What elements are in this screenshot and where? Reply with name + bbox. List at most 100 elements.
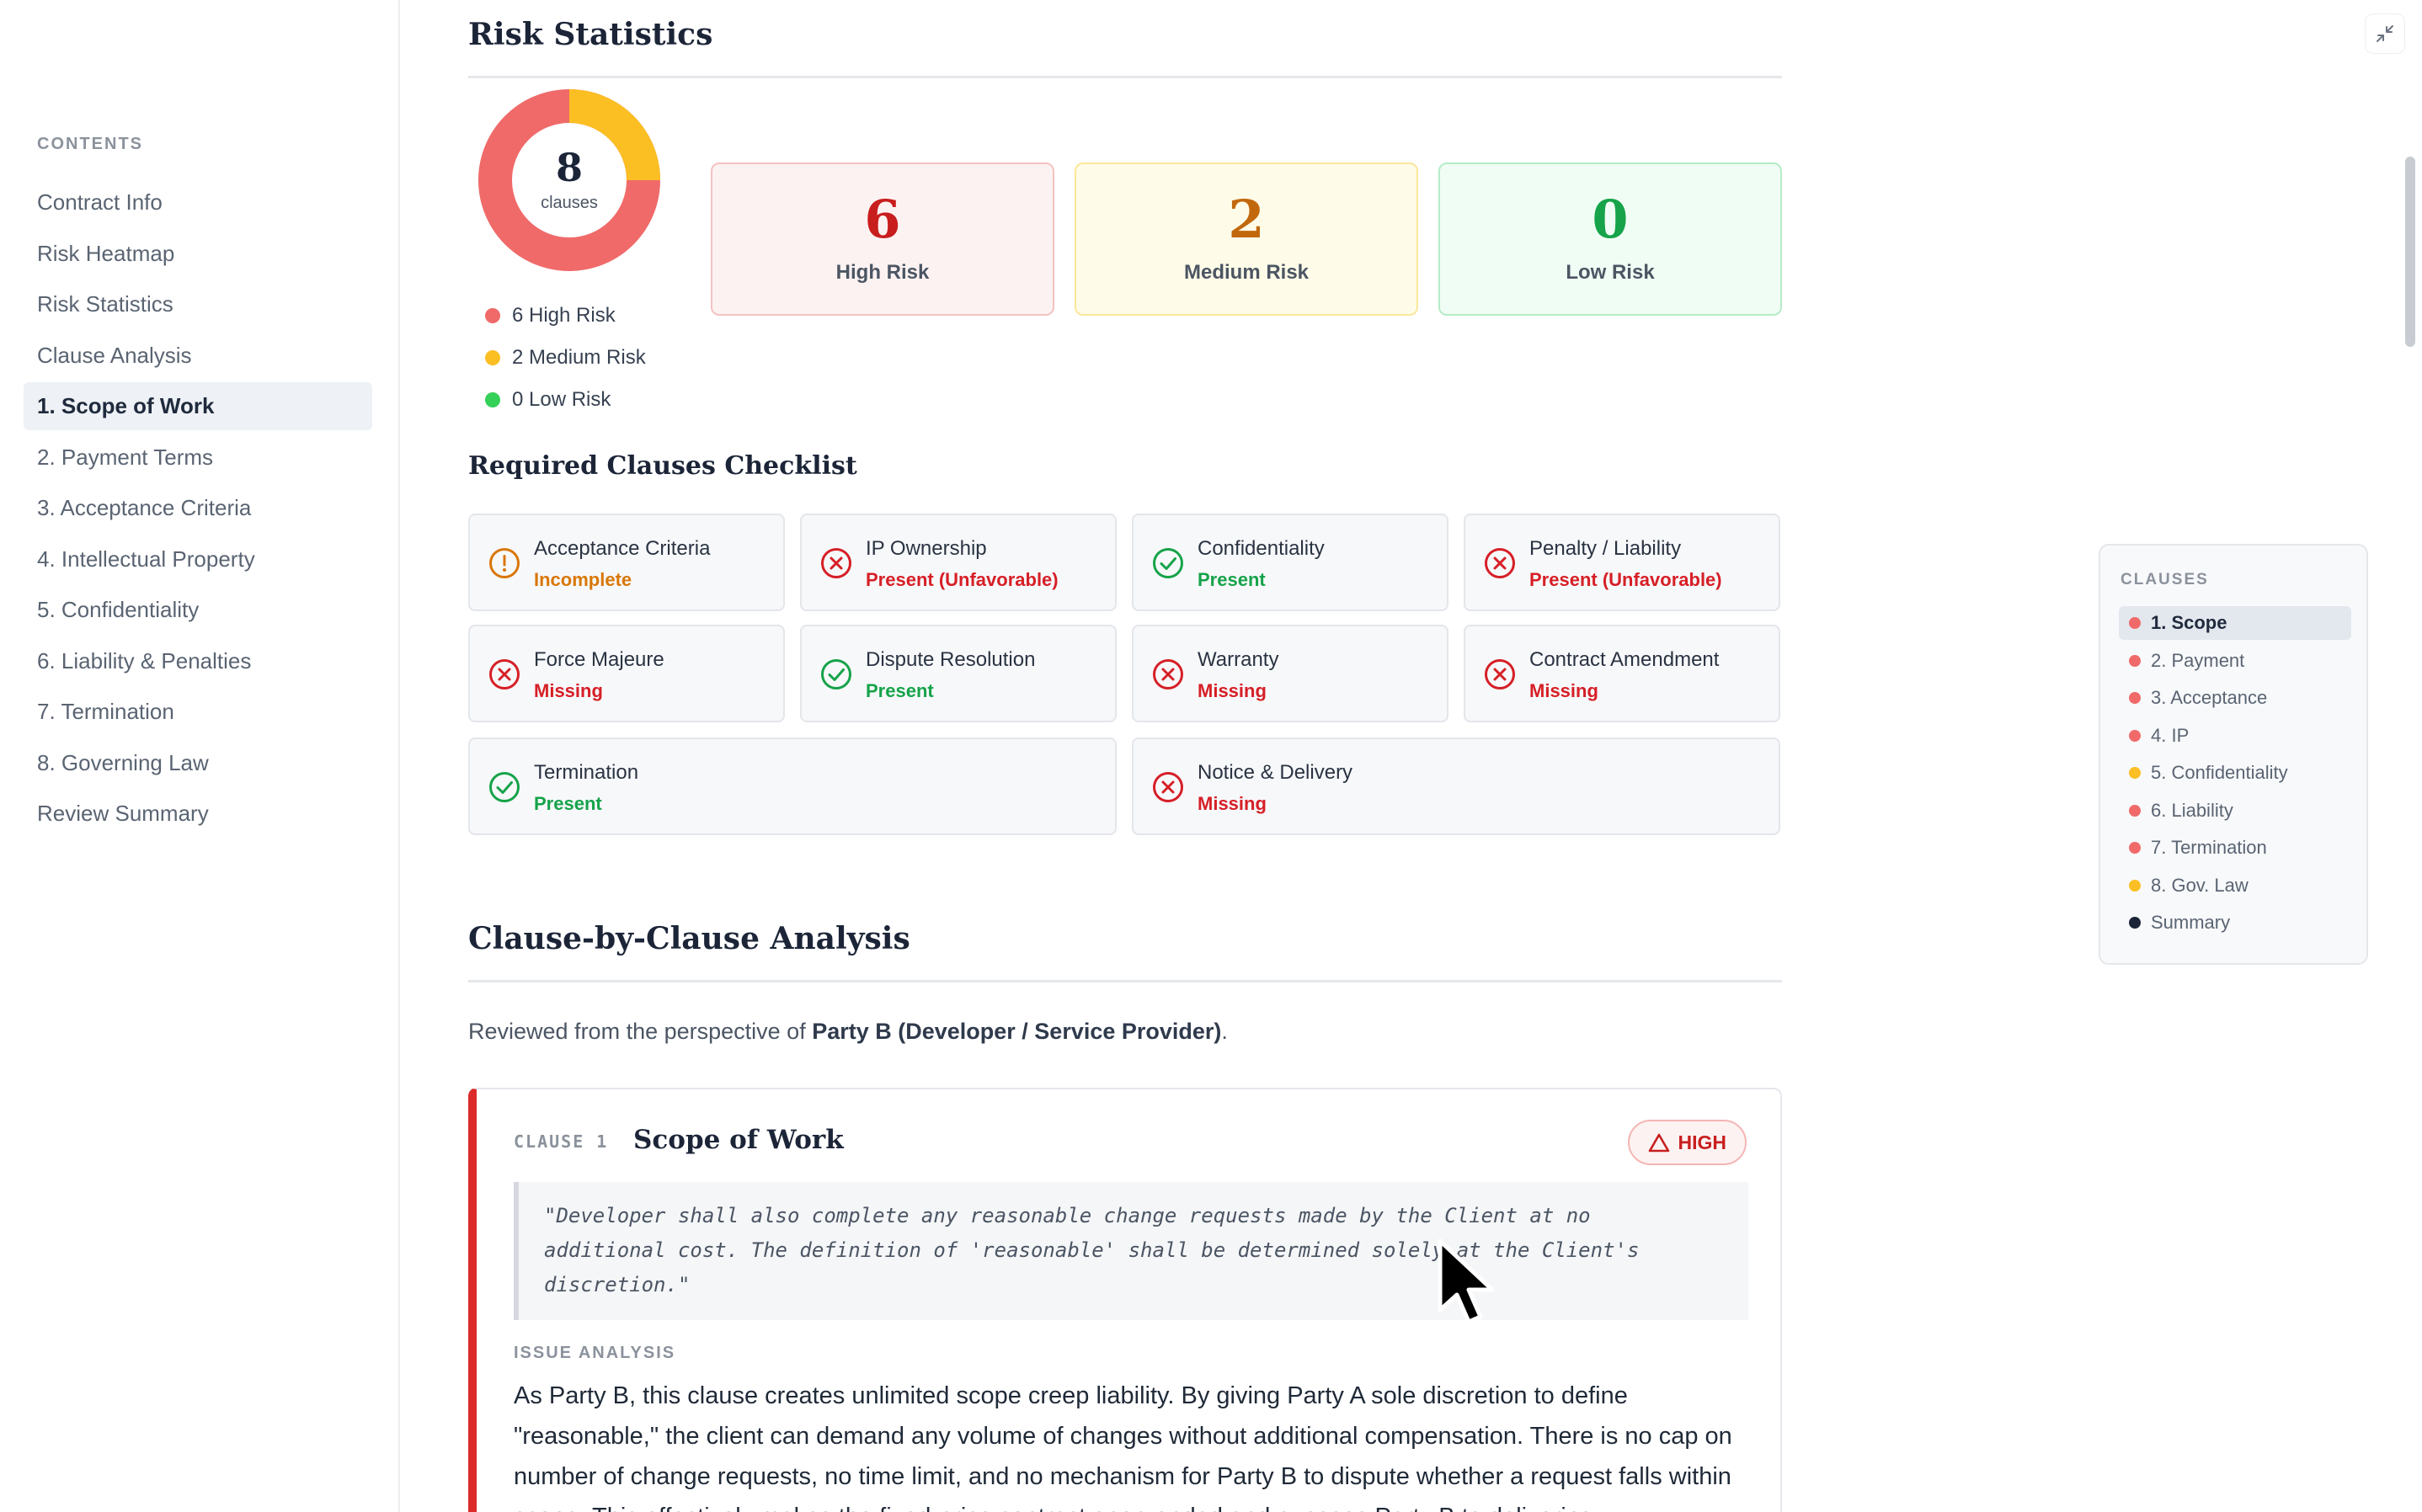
mouse-cursor xyxy=(1435,1238,1511,1343)
checklist-item-status: Present (Unfavorable) xyxy=(866,569,1059,590)
checklist-title: Required Clauses Checklist xyxy=(468,451,857,481)
legend-high: 6 High Risk xyxy=(485,295,646,337)
low-risk-count: 0 xyxy=(1592,189,1629,250)
medium-risk-label: Medium Risk xyxy=(1183,261,1310,284)
checklist-item: Penalty / Liability Present (Unfavorable) xyxy=(1464,514,1780,611)
perspective-note: Reviewed from the perspective of Party B… xyxy=(468,1019,1228,1044)
sidebar: CONTENTS Contract Info Risk Heatmap Risk… xyxy=(0,0,400,1512)
medium-risk-count: 2 xyxy=(1228,189,1265,250)
checklist-item-name: IP Ownership xyxy=(866,537,987,560)
nav-liability-penalties[interactable]: 6. Liability & Penalties xyxy=(24,637,372,685)
clause-title: Scope of Work xyxy=(633,1125,844,1155)
checklist-item-status: Present xyxy=(534,793,602,814)
checklist-item: Termination Present xyxy=(468,737,1117,835)
mini-nav-item[interactable]: 1. Scope xyxy=(2119,606,2351,640)
clause-number: CLAUSE 1 xyxy=(514,1131,609,1152)
mini-nav-item[interactable]: 5. Confidentiality xyxy=(2119,756,2351,790)
checklist-item-name: Notice & Delivery xyxy=(1198,761,1353,784)
nav-termination[interactable]: 7. Termination xyxy=(24,688,372,736)
donut-legend: 6 High Risk 2 Medium Risk 0 Low Risk xyxy=(485,295,646,421)
checklist-item: Force Majeure Missing xyxy=(468,625,785,722)
checklist-item: Dispute Resolution Present xyxy=(800,625,1117,722)
checklist-item-status: Missing xyxy=(1529,680,1598,701)
checklist-item-status: Missing xyxy=(1198,680,1267,701)
risk-dot xyxy=(2129,842,2141,854)
collapse-icon xyxy=(2377,25,2393,42)
checklist-item-name: Force Majeure xyxy=(534,648,664,671)
checklist-item-status: Present (Unfavorable) xyxy=(1529,569,1722,590)
risk-badge: HIGH xyxy=(1627,1120,1747,1165)
checklist-item-status: Incomplete xyxy=(534,569,632,590)
checklist-item-name: Warranty xyxy=(1198,648,1279,671)
nav-intellectual-property[interactable]: 4. Intellectual Property xyxy=(24,535,372,583)
mini-nav-item[interactable]: 7. Termination xyxy=(2119,831,2351,865)
checklist-item-status: Missing xyxy=(1198,793,1267,814)
x-circle-icon xyxy=(489,659,520,689)
contents-heading: CONTENTS xyxy=(37,135,143,153)
clause-card-scope: CLAUSE 1 Scope of Work HIGH "Developer s… xyxy=(468,1088,1782,1512)
checklist-item-name: Acceptance Criteria xyxy=(534,537,711,560)
mini-nav-item[interactable]: 2. Payment xyxy=(2119,644,2351,678)
nav-confidentiality[interactable]: 5. Confidentiality xyxy=(24,586,372,634)
scrollbar-thumb[interactable] xyxy=(2405,157,2415,347)
check-circle-icon xyxy=(489,772,520,802)
x-circle-icon xyxy=(1153,659,1183,689)
risk-dot xyxy=(2129,767,2141,779)
section-divider xyxy=(468,980,1782,982)
x-circle-icon xyxy=(1485,659,1515,689)
checklist-item-name: Confidentiality xyxy=(1198,537,1325,560)
collapse-button[interactable] xyxy=(2365,13,2405,54)
high-risk-count: 6 xyxy=(864,189,901,250)
clauses-mini-nav: CLAUSES 1. Scope 2. Payment 3. Acceptance 4… xyxy=(2099,544,2368,965)
mini-nav-item[interactable]: 8. Gov. Law xyxy=(2119,869,2351,902)
nav-scope-of-work[interactable]: 1. Scope of Work xyxy=(24,382,372,430)
risk-dot xyxy=(2129,879,2141,892)
section-divider xyxy=(468,76,1782,78)
low-risk-card: 0 Low Risk xyxy=(1438,162,1782,316)
checklist-item: Confidentiality Present xyxy=(1132,514,1448,611)
contents-nav: Contract Info Risk Heatmap Risk Statisti… xyxy=(24,178,372,841)
checklist-item: IP Ownership Present (Unfavorable) xyxy=(800,514,1117,611)
checklist-item-name: Contract Amendment xyxy=(1529,648,1720,671)
x-circle-icon xyxy=(1485,548,1515,578)
donut-total: 8 xyxy=(555,144,583,190)
clauses-heading: CLAUSES xyxy=(2121,571,2209,588)
mini-nav-item[interactable]: 3. Acceptance xyxy=(2119,681,2351,715)
checklist-item-name: Penalty / Liability xyxy=(1529,537,1682,560)
nav-risk-statistics[interactable]: Risk Statistics xyxy=(24,280,372,328)
risk-dot xyxy=(2129,917,2141,929)
checklist-item: Acceptance Criteria Incomplete xyxy=(468,514,785,611)
low-risk-label: Low Risk xyxy=(1566,261,1655,284)
check-circle-icon xyxy=(1153,548,1183,578)
donut-caption: clauses xyxy=(541,193,598,212)
risk-dot xyxy=(2129,729,2141,742)
check-circle-icon xyxy=(821,659,851,689)
risk-dot xyxy=(2129,654,2141,667)
mini-nav-item[interactable]: 4. IP xyxy=(2119,719,2351,753)
x-circle-icon xyxy=(1153,772,1183,802)
mini-nav-item[interactable]: Summary xyxy=(2119,906,2351,940)
issue-analysis-label: ISSUE ANALYSIS xyxy=(514,1344,676,1362)
nav-clause-analysis[interactable]: Clause Analysis xyxy=(24,332,372,380)
nav-payment-terms[interactable]: 2. Payment Terms xyxy=(24,434,372,482)
nav-contract-info[interactable]: Contract Info xyxy=(24,178,372,226)
issue-analysis-text: As Party B, this clause creates unlimite… xyxy=(514,1382,1732,1512)
risk-statistics-title: Risk Statistics xyxy=(468,17,713,52)
nav-risk-heatmap[interactable]: Risk Heatmap xyxy=(24,230,372,278)
x-circle-icon xyxy=(821,548,851,578)
clause-analysis-title: Clause-by-Clause Analysis xyxy=(468,921,910,956)
warning-triangle-icon xyxy=(1648,1133,1669,1153)
nav-review-summary[interactable]: Review Summary xyxy=(24,790,372,838)
checklist-item-name: Dispute Resolution xyxy=(866,648,1036,671)
checklist-item-status: Present xyxy=(866,680,934,701)
legend-low: 0 Low Risk xyxy=(485,379,646,421)
checklist-item-name: Termination xyxy=(534,761,639,784)
checklist-item-status: Missing xyxy=(534,680,603,701)
alert-circle-icon xyxy=(489,548,520,578)
checklist-item-status: Present xyxy=(1198,569,1266,590)
mini-nav-item[interactable]: 6. Liability xyxy=(2119,794,2351,828)
nav-governing-law[interactable]: 8. Governing Law xyxy=(24,739,372,787)
risk-dot xyxy=(2129,692,2141,704)
risk-donut-chart: 8 clauses xyxy=(477,88,662,273)
nav-acceptance-criteria[interactable]: 3. Acceptance Criteria xyxy=(24,484,372,532)
